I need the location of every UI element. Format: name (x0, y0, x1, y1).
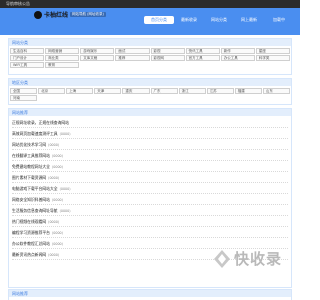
tag-item[interactable]: 文库文稿 (80, 55, 115, 61)
tag-item[interactable]: 福建 (234, 88, 262, 94)
list-item[interactable]: 网站优化技术学习网 (0000) (12, 139, 288, 150)
site-logo[interactable]: 卡柚红线 网站导航 (网址收录) (34, 10, 106, 19)
list-item-meta: (0000) (51, 231, 63, 235)
tag-item[interactable]: 天津 (94, 88, 122, 94)
list-item-meta: (0000) (51, 165, 63, 169)
nav-item-more[interactable]: 加载中 (264, 16, 294, 24)
tag-item[interactable]: 门户设计 (10, 55, 45, 61)
recommend-section-2: 网站推荐 网站收录查询在线平台(0000) (8, 289, 292, 300)
list-item[interactable]: 图片素材下载资源网 (0000) (12, 172, 288, 183)
section-title: 地区分类 (9, 79, 291, 86)
site-badge: 网站导航 (网址收录) (70, 12, 106, 17)
tag-item[interactable]: 星座 (255, 48, 290, 54)
main-nav: 首页分类 最新收录 网站分类 网上最新 加载中 (144, 16, 294, 24)
list-item-title: 编程学习资源推荐平台 (12, 230, 50, 235)
list-item[interactable]: 网络安全知识科普网站 (0000) (12, 194, 288, 205)
list-item-meta: (0000) (59, 132, 71, 136)
list-item-title: 生活服务信息查询网址导航 (12, 208, 58, 213)
list-item[interactable]: 热门视频在线观看网 (0000) (12, 216, 288, 227)
list-item-meta: (0000) (51, 154, 63, 158)
list-item-title: 最新资讯热点新闻网 (12, 252, 47, 257)
list-item-meta: (0000) (48, 143, 60, 147)
tag-item[interactable]: 广东 (150, 88, 178, 94)
list-item-meta: (0000) (48, 253, 60, 257)
nav-item-online[interactable]: 网上最新 (234, 16, 264, 24)
logo-avatar-icon (34, 10, 42, 19)
list-item-meta: (0000) (59, 209, 71, 213)
list-item-meta: (0000) (48, 220, 60, 224)
list-item-title: 办公软件教程汇总网站 (12, 241, 50, 246)
tag-item[interactable]: 影视网 (150, 55, 185, 61)
list-item-title: 正规网址收录，正规在线查询网站 (12, 120, 69, 125)
list-item-title: 电脑游戏下载平台网站大全 (12, 186, 58, 191)
list-item[interactable]: 高效网页加载速度测评工具 (0000) (12, 128, 288, 139)
tag-item[interactable]: 全国 (10, 88, 38, 94)
region-tag-grid: 全国 北京 上海 天津 重庆 广东 浙江 江苏 福建 山东河南 (9, 86, 291, 103)
list-item[interactable]: 免费建站教程网址大全 (0000) (12, 161, 288, 172)
list-item[interactable]: 电脑游戏下载平台网站大全 (0000) (12, 183, 288, 194)
tag-item[interactable]: 新作 (220, 48, 255, 54)
category-section: 网站分类 生活百科 网络营销 游戏娱乐 面试 影视 快讯工具 新作 星座门户设计 商业类 文库文稿… (8, 38, 292, 75)
site-name: 卡柚红线 (44, 12, 69, 19)
tag-item[interactable]: 教育 (45, 62, 80, 68)
section-title: 网站分类 (9, 39, 291, 46)
region-section: 地区分类 全国 北京 上海 天津 重庆 广东 浙江 江苏 福建 山东河南 (8, 78, 292, 105)
tag-item[interactable]: 商业类 (45, 55, 80, 61)
tag-item[interactable]: 办公工具 (220, 55, 255, 61)
list-item[interactable]: 正规网址收录，正规在线查询网站 (12, 117, 288, 128)
list-item-title: 网络安全知识科普网站 (12, 197, 50, 202)
nav-item-latest[interactable]: 最新收录 (174, 16, 204, 24)
list-item-meta: (0000) (51, 242, 63, 246)
nav-item-categories[interactable]: 网站分类 (204, 16, 234, 24)
watermark-text: 快收录 (234, 250, 283, 268)
watermark-logo-icon (214, 249, 230, 268)
list-item[interactable]: 编程学习资源推荐平台 (0000) (12, 227, 288, 238)
list-item-meta: (0000) (59, 187, 71, 191)
list-item-title: 网站优化技术学习网 (12, 142, 47, 147)
tag-item[interactable]: 河南 (10, 95, 38, 101)
tag-item[interactable]: 游戏娱乐 (80, 48, 115, 54)
tag-item[interactable]: 重庆 (122, 88, 150, 94)
list-item[interactable]: 生活服务信息查询网址导航 (0000) (12, 205, 288, 216)
tag-item[interactable]: 影视 (150, 48, 185, 54)
tag-item[interactable]: 面试 (115, 48, 150, 54)
category-tag-grid: 生活百科 网络营销 游戏娱乐 面试 影视 快讯工具 新作 星座门户设计 商业类 文库文稿 推荐 影视网… (9, 46, 291, 70)
tag-item[interactable]: 上海 (66, 88, 94, 94)
announcement-text: 导航审核公告 (6, 1, 30, 6)
top-announcement-bar: 导航审核公告 (0, 0, 300, 8)
tag-item[interactable]: 生活百科 (10, 48, 45, 54)
list-item-title: 图片素材下载资源网 (12, 175, 47, 180)
list-item[interactable]: 在线翻译工具推荐网站 (0000) (12, 150, 288, 161)
list-item-title: 热门视频在线观看网 (12, 219, 47, 224)
nav-item-home[interactable]: 首页分类 (144, 16, 174, 24)
tag-item[interactable]: 北京 (38, 88, 66, 94)
list-item-title: 在线翻译工具推荐网站 (12, 153, 50, 158)
tag-item[interactable]: WiFi工具 (10, 62, 45, 68)
recommend-list: 正规网址收录，正规在线查询网站 高效网页加载速度测评工具 (0000) 网站优化技术学… (9, 116, 291, 261)
tag-item[interactable]: 山东 (262, 88, 290, 94)
tag-item[interactable]: 科学类 (255, 55, 290, 61)
tag-item[interactable]: 推荐 (115, 55, 150, 61)
tag-item[interactable]: 浙江 (178, 88, 206, 94)
tag-item[interactable]: 网络营销 (45, 48, 80, 54)
tag-item[interactable]: 快讯工具 (185, 48, 220, 54)
tag-item[interactable]: 江苏 (206, 88, 234, 94)
tag-item[interactable]: 官方工具 (185, 55, 220, 61)
watermark: 快收录 (212, 248, 282, 269)
list-item-meta: (0000) (51, 198, 63, 202)
section-title: 网站推荐 (9, 109, 291, 116)
section-title: 网站推荐 (9, 290, 291, 297)
list-item-title: 免费建站教程网址大全 (12, 164, 50, 169)
list-item-meta: (0000) (48, 176, 60, 180)
list-item-title: 高效网页加载速度测评工具 (12, 131, 58, 136)
